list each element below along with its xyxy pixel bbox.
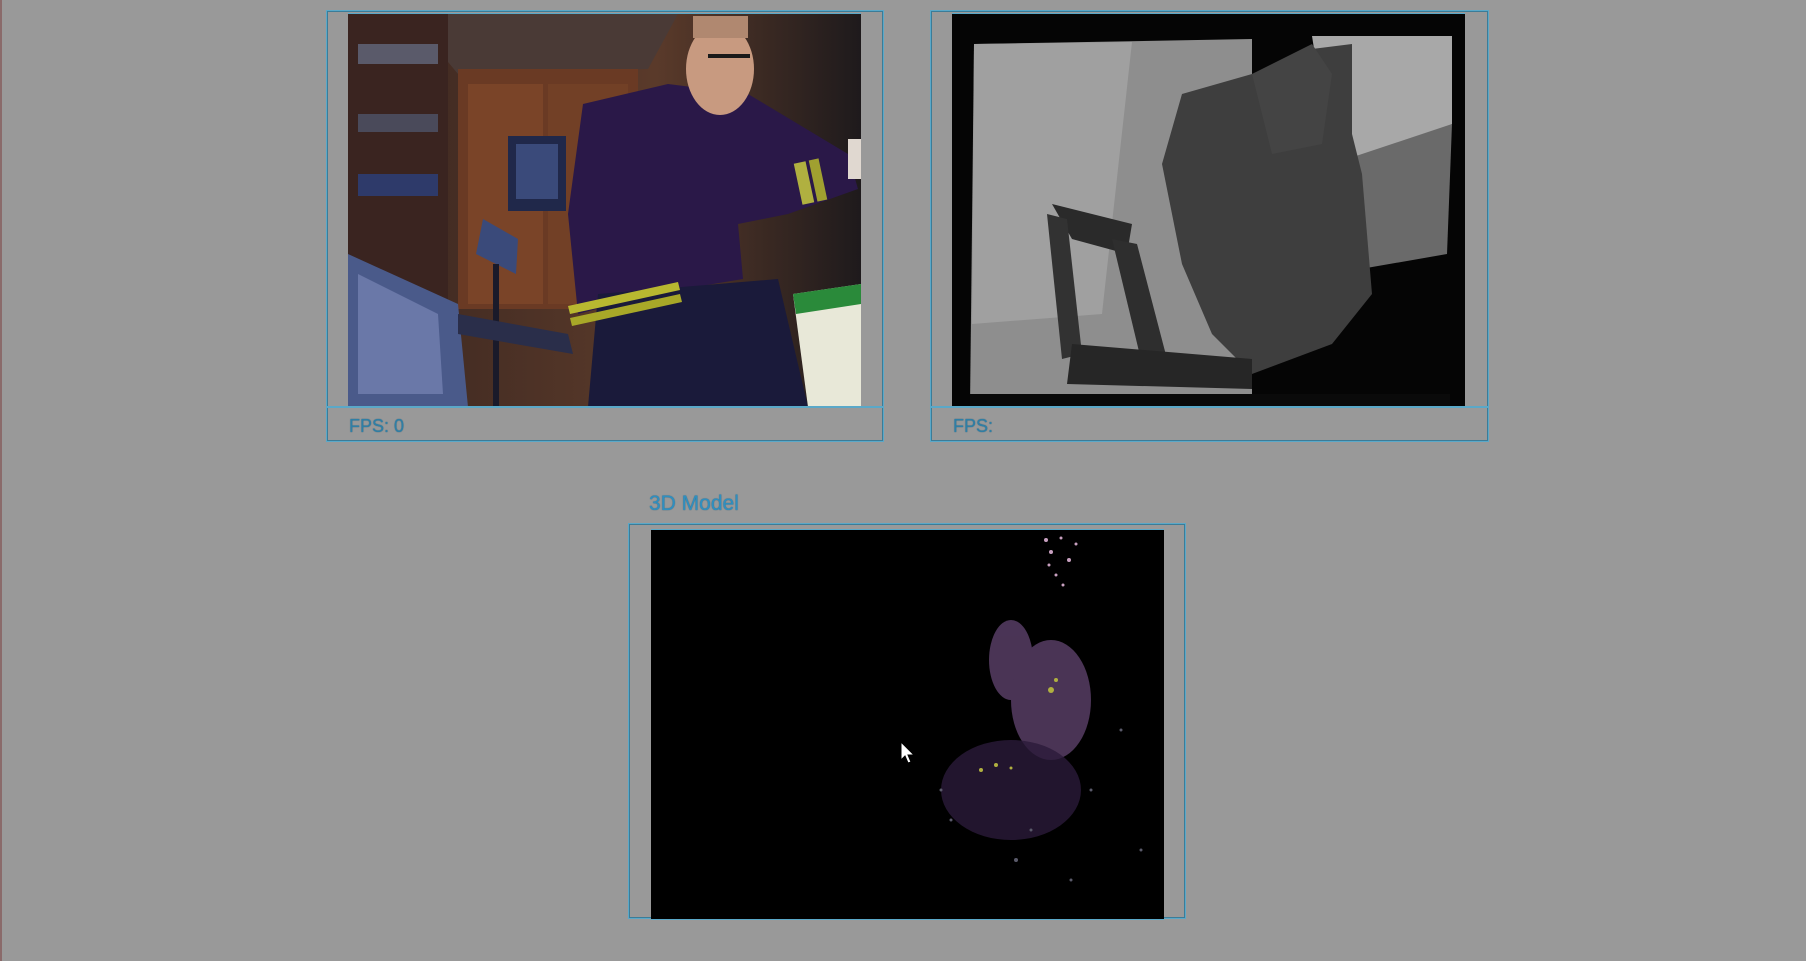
mouse-pointer-icon bbox=[900, 741, 916, 764]
depth-camera-view bbox=[952, 13, 1465, 408]
rgb-fps-label: FPS: 0 bbox=[349, 416, 405, 436]
viewer-window: FPS: 0 FPS: 3D Model bbox=[0, 0, 1806, 961]
model-panel[interactable] bbox=[628, 523, 1186, 920]
depth-camera-panel: FPS: bbox=[930, 10, 1489, 442]
model-title: 3D Model bbox=[649, 492, 739, 515]
rgb-camera-panel: FPS: 0 bbox=[326, 10, 884, 442]
model-3d-view[interactable] bbox=[651, 529, 1164, 920]
rgb-status-bar: FPS: 0 bbox=[327, 406, 883, 441]
rgb-camera-view bbox=[348, 13, 861, 408]
depth-fps-label: FPS: bbox=[953, 416, 994, 436]
depth-status-bar: FPS: bbox=[931, 406, 1488, 441]
